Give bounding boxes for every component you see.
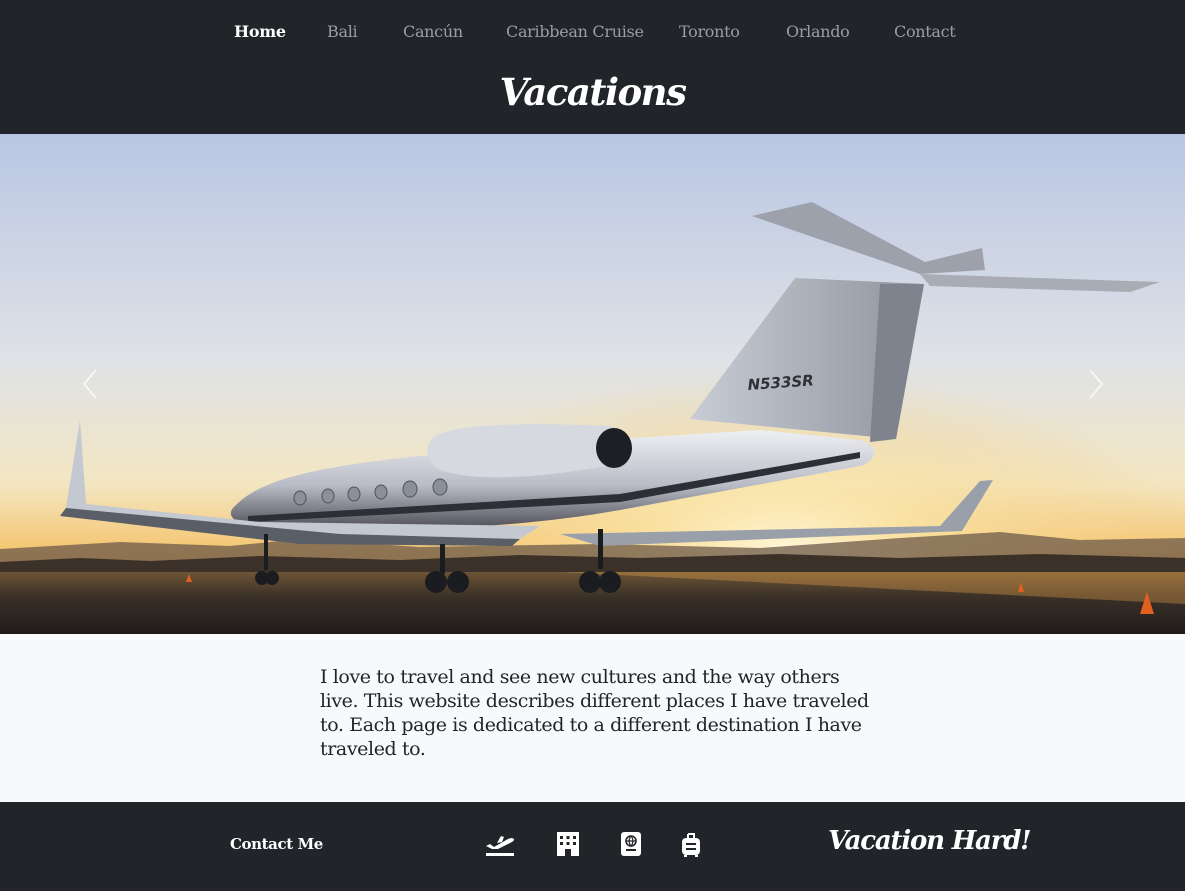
chevron-right-icon [1089,369,1104,399]
nav-item-orlando[interactable]: Orlando [786,22,850,41]
site-footer: Contact Me Vacation Hard! [0,802,1185,891]
contact-me-link[interactable]: Contact Me [230,835,323,853]
main-content: I love to travel and see new cultures an… [0,634,1185,802]
site-brand[interactable]: Vacations [0,70,1185,114]
nav-item-contact[interactable]: Contact [894,22,956,41]
nav-item-bali[interactable]: Bali [327,22,358,41]
nav-item-toronto[interactable]: Toronto [679,22,740,41]
nav-item-home[interactable]: Home [234,22,286,41]
hero-carousel: N533SR [0,134,1185,634]
suitcase-icon[interactable] [681,830,701,858]
hotel-icon[interactable] [556,830,580,858]
chevron-left-icon [82,369,97,399]
carousel-slide-image: N533SR [0,134,1185,634]
footer-brand: Vacation Hard! [828,826,1032,856]
carousel-prev-button[interactable] [70,364,110,404]
nav-item-caribbean-cruise[interactable]: Caribbean Cruise [506,22,644,41]
site-header: Home Bali Cancún Caribbean Cruise Toront… [0,0,1185,134]
passport-icon[interactable] [620,830,642,858]
plane-departure-icon[interactable] [484,830,516,858]
nav-item-cancun[interactable]: Cancún [403,22,463,41]
main-nav: Home Bali Cancún Caribbean Cruise Toront… [0,22,1185,48]
carousel-next-button[interactable] [1076,364,1116,404]
intro-paragraph: I love to travel and see new cultures an… [320,666,869,760]
